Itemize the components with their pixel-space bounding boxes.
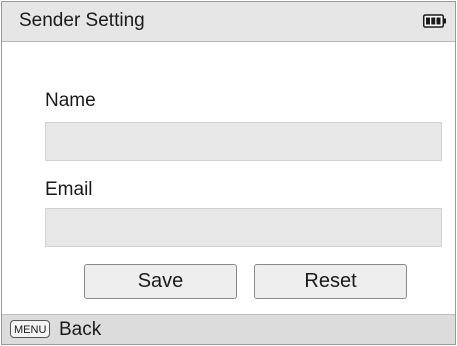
- menu-key-icon[interactable]: MENU: [10, 320, 51, 338]
- name-label: Name: [45, 90, 96, 111]
- save-button[interactable]: Save: [84, 264, 237, 299]
- page-title: Sender Setting: [19, 10, 145, 31]
- title-bar: Sender Setting: [2, 2, 455, 42]
- back-label[interactable]: Back: [59, 319, 101, 341]
- footer-bar: MENU Back: [2, 314, 455, 344]
- email-label: Email: [45, 179, 93, 200]
- sender-setting-screen: Sender Setting Name Email Save Reset MEN…: [1, 1, 456, 345]
- reset-button[interactable]: Reset: [254, 264, 407, 299]
- name-field[interactable]: [45, 122, 442, 161]
- battery-full-icon: [423, 14, 447, 28]
- email-field[interactable]: [45, 208, 442, 247]
